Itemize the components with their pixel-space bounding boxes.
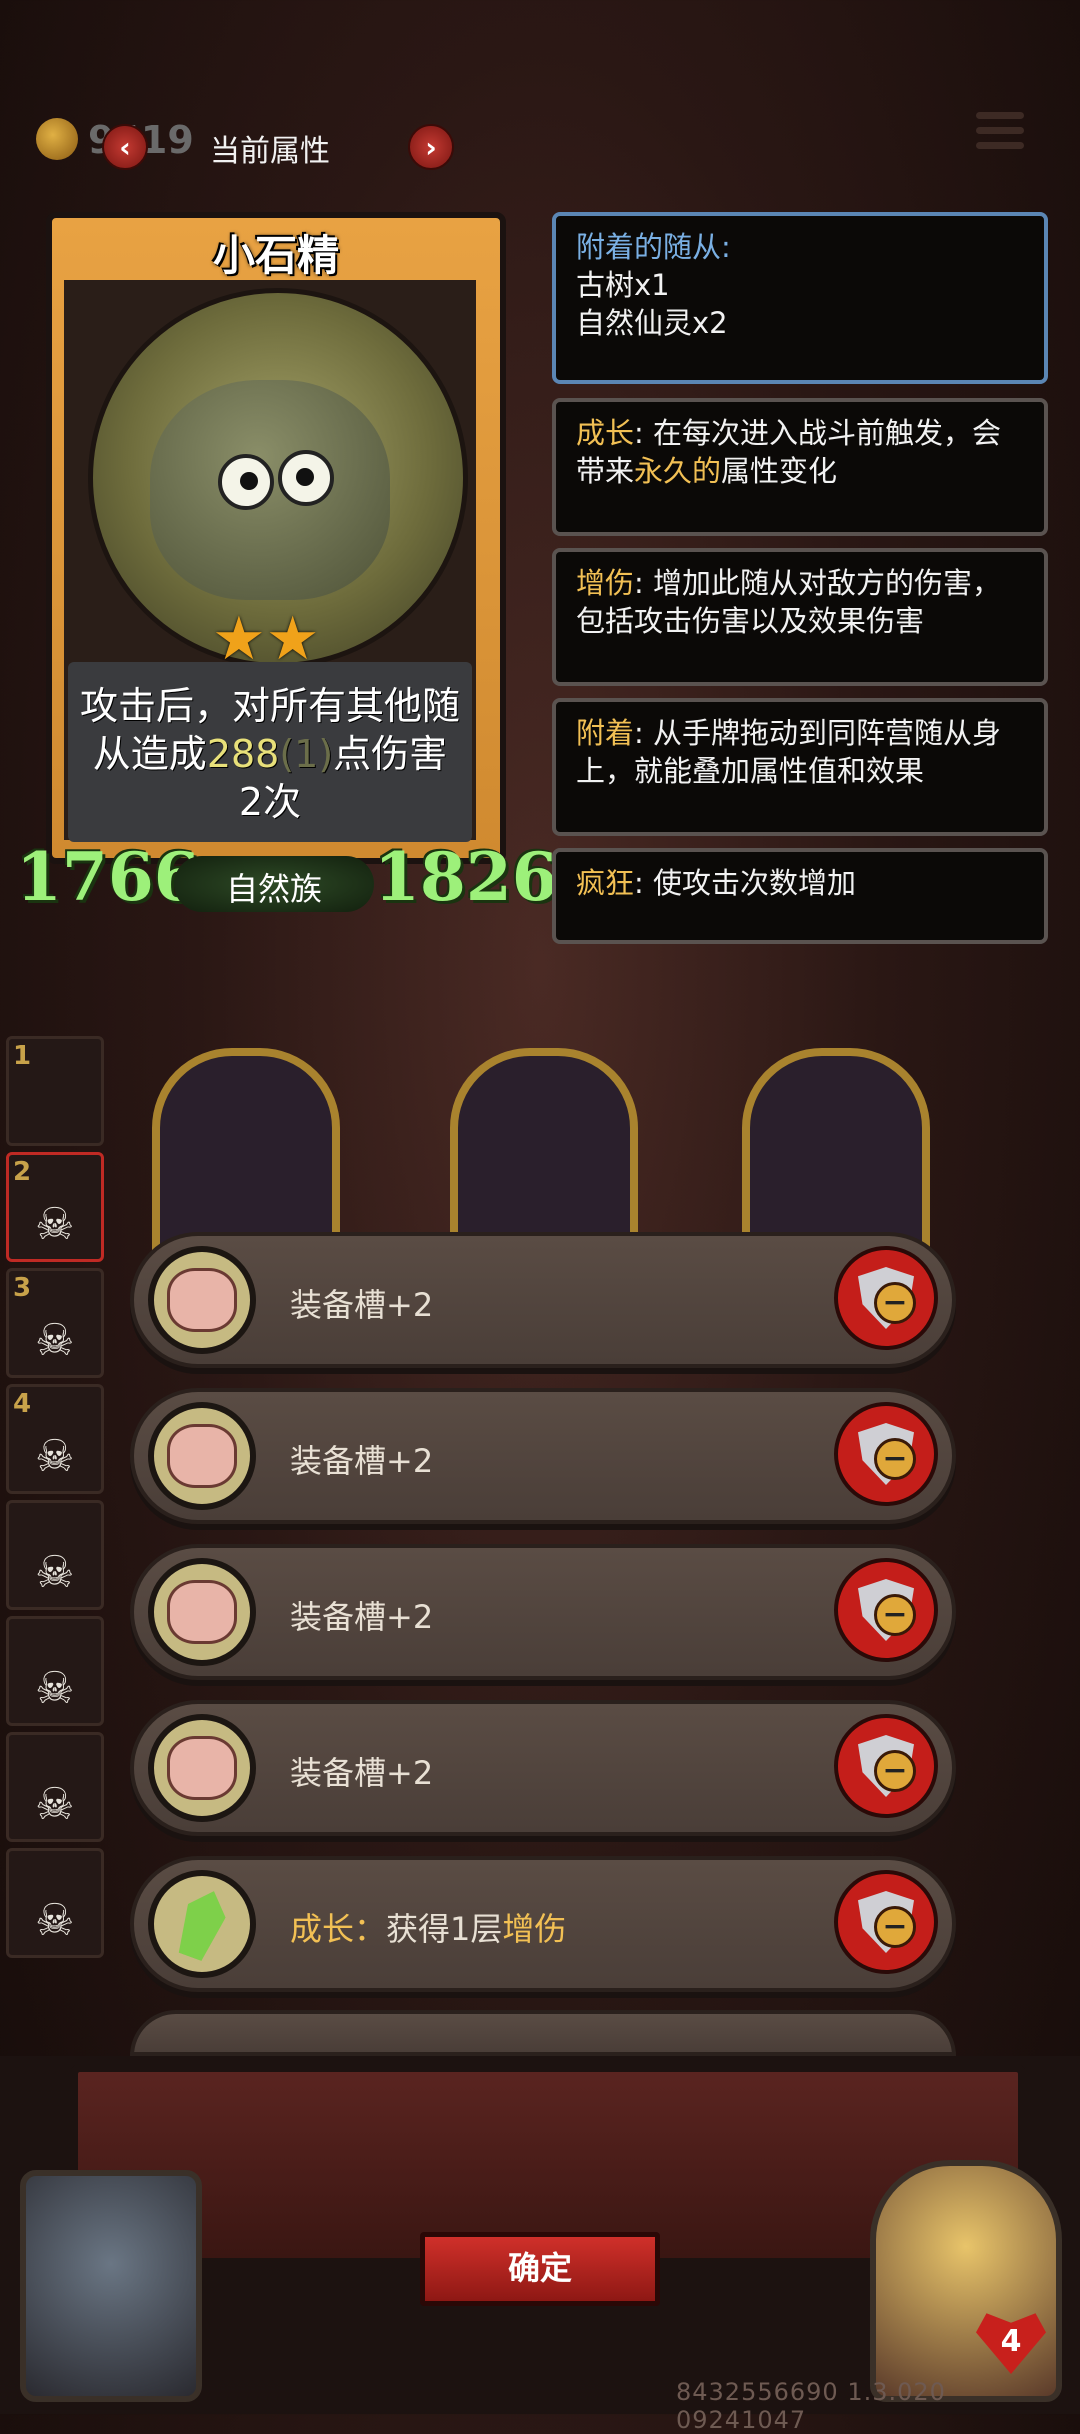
pig-icon bbox=[148, 1714, 256, 1822]
opponent-hero-portrait[interactable] bbox=[870, 2160, 1062, 2402]
remove-effect-button[interactable]: − bbox=[834, 1558, 938, 1662]
crystal-icon bbox=[148, 1870, 256, 1978]
attached-minions-panel: 附着的随从: 古树x1 自然仙灵x2 bbox=[552, 212, 1048, 384]
effect-label: 装备槽+2 bbox=[290, 1754, 434, 1792]
player-hero-portrait[interactable] bbox=[20, 2170, 202, 2402]
remove-effect-button[interactable]: − bbox=[834, 1402, 938, 1506]
effect-label: 成长：获得1层增伤 bbox=[290, 1910, 567, 1948]
keyword-damage-panel: 增伤: 增加此随从对敌方的伤害，包括攻击伤害以及效果伤害 bbox=[552, 548, 1048, 686]
remove-effect-button[interactable]: − bbox=[834, 1246, 938, 1350]
health-stat: 1826 bbox=[374, 838, 558, 916]
version-text: 8432556690 1.3.020 09241047 bbox=[676, 2378, 946, 2434]
minus-icon: − bbox=[874, 1594, 916, 1636]
roster-slot[interactable]: 1 bbox=[6, 1036, 104, 1146]
next-arrow-button[interactable]: › bbox=[408, 124, 454, 170]
page-title: 当前属性 bbox=[210, 134, 330, 169]
remove-effect-button[interactable]: − bbox=[834, 1714, 938, 1818]
roster-slot[interactable]: ☠ bbox=[6, 1848, 104, 1958]
attached-title: 附着的随从: bbox=[576, 230, 731, 264]
pig-icon bbox=[148, 1402, 256, 1510]
minus-icon: − bbox=[874, 1282, 916, 1324]
effect-label: 装备槽+2 bbox=[290, 1442, 434, 1480]
keyword-attach-panel: 附着: 从手牌拖动到同阵营随从身上，就能叠加属性值和效果 bbox=[552, 698, 1048, 836]
keyword-frenzy-panel: 疯狂: 使攻击次数增加 bbox=[552, 848, 1048, 944]
attached-effect-row: 装备槽+2 − bbox=[130, 1232, 956, 1368]
confirm-button[interactable]: 确定 bbox=[420, 2232, 660, 2306]
attached-effect-row: 装备槽+2 − bbox=[130, 1388, 956, 1524]
menu-icon[interactable] bbox=[976, 112, 1024, 158]
keyword-growth-panel: 成长: 在每次进入战斗前触发，会带来永久的属性变化 bbox=[552, 398, 1048, 536]
tribe-label: 自然族 bbox=[225, 870, 322, 908]
roster-slot[interactable]: ☠ bbox=[6, 1616, 104, 1726]
attached-item: 古树x1 bbox=[576, 268, 670, 302]
attached-item: 自然仙灵x2 bbox=[576, 306, 728, 340]
roster-slot[interactable]: 3 ☠ bbox=[6, 1268, 104, 1378]
pig-icon bbox=[148, 1246, 256, 1354]
minus-icon: − bbox=[874, 1438, 916, 1480]
remove-effect-button[interactable]: − bbox=[834, 1870, 938, 1974]
roster-slot[interactable]: ☠ bbox=[6, 1500, 104, 1610]
roster-slot[interactable]: ☠ bbox=[6, 1732, 104, 1842]
attack-stat: 1766 bbox=[16, 838, 200, 916]
attached-effect-row: 装备槽+2 − bbox=[130, 1700, 956, 1836]
pig-icon bbox=[148, 1558, 256, 1666]
minion-ability-text: 攻击后，对所有其他随 从造成288(1)点伤害 2次 bbox=[79, 684, 460, 824]
rock-creature-image bbox=[150, 380, 390, 600]
roster-slot[interactable]: 2 ☠ bbox=[6, 1152, 104, 1262]
attached-effect-row-partial bbox=[130, 2010, 956, 2056]
prev-arrow-button[interactable]: ‹ bbox=[102, 124, 148, 170]
minus-icon: − bbox=[874, 1750, 916, 1792]
effect-label: 装备槽+2 bbox=[290, 1598, 434, 1636]
attached-effect-row: 成长：获得1层增伤 − bbox=[130, 1856, 956, 1992]
gold-coin-icon bbox=[36, 118, 78, 160]
effect-label: 装备槽+2 bbox=[290, 1286, 434, 1324]
minus-icon: − bbox=[874, 1906, 916, 1948]
roster-slot[interactable]: 4 ☠ bbox=[6, 1384, 104, 1494]
minion-name: 小石精 bbox=[212, 231, 339, 280]
attached-effect-row: 装备槽+2 − bbox=[130, 1544, 956, 1680]
